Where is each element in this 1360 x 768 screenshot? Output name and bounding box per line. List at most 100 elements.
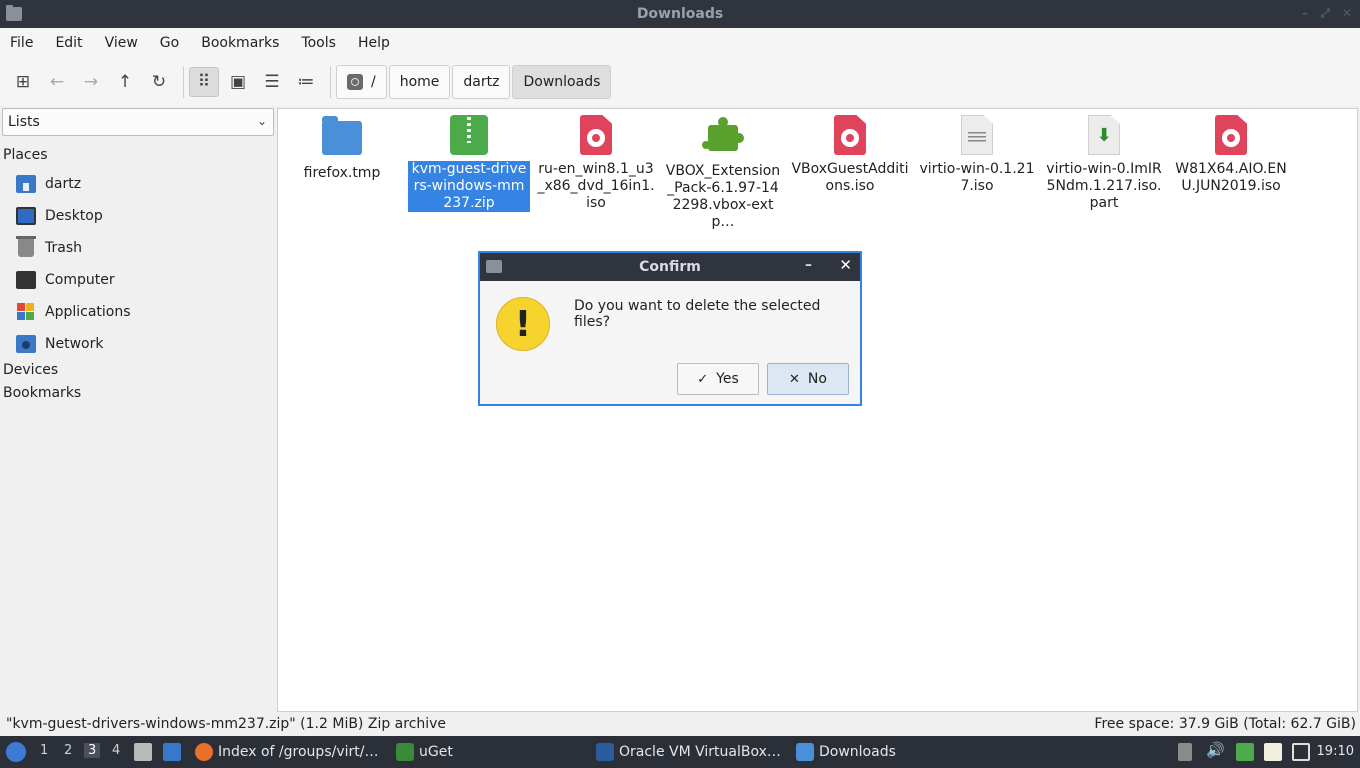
file-name: virtio-win-0.ImIR5Ndm.1.217.iso.part <box>1046 161 1162 211</box>
path-downloads-button[interactable]: Downloads <box>512 65 612 99</box>
task-virtualbox[interactable]: Oracle VM VirtualBox… <box>596 736 781 768</box>
disc-image-icon <box>1215 115 1247 155</box>
file-item[interactable]: kvm-guest-drivers-windows-mm237.zip <box>407 115 531 212</box>
task-label: uGet <box>419 744 453 760</box>
network-icon <box>16 335 36 353</box>
sidebar-item-applications[interactable]: Applications <box>16 298 131 326</box>
menu-go[interactable]: Go <box>160 35 179 51</box>
menu-file[interactable]: File <box>10 35 33 51</box>
file-manager-launcher-icon[interactable] <box>134 743 152 761</box>
desktop-launcher-icon[interactable] <box>163 743 181 761</box>
sidebar-item-network[interactable]: Network <box>16 330 103 358</box>
sidebar-item-computer[interactable]: Computer <box>16 266 115 294</box>
sidebar-item-label: Desktop <box>45 208 103 224</box>
sidebar-item-label: dartz <box>45 176 82 192</box>
folder-app-icon <box>6 5 22 21</box>
zip-archive-icon <box>450 115 488 155</box>
menu-edit[interactable]: Edit <box>55 35 82 51</box>
no-button[interactable]: ✕ No <box>767 363 849 395</box>
file-item[interactable]: firefox.tmp <box>280 115 404 182</box>
minimize-window-icon[interactable]: – <box>1302 6 1308 20</box>
disc-image-icon <box>834 115 866 155</box>
network-tray-icon[interactable] <box>1292 743 1310 761</box>
file-item[interactable]: VBOX_Extension_Pack-6.1.97-142298.vbox-e… <box>661 115 785 231</box>
folder-icon <box>796 743 814 761</box>
file-name: VBoxGuestAdditions.iso <box>791 161 909 194</box>
file-item[interactable]: W81X64.AIO.ENU.JUN2019.iso <box>1169 115 1293 195</box>
new-window-icon[interactable]: ⊞ <box>8 67 38 97</box>
yes-button[interactable]: ✓ Yes <box>677 363 759 395</box>
thumbnail-view-icon[interactable]: ▣ <box>223 67 253 97</box>
desktop-icon <box>16 207 36 225</box>
side-pane-mode-value: Lists <box>8 114 40 130</box>
menu-view[interactable]: View <box>105 35 138 51</box>
clock[interactable]: 19:10 <box>1317 744 1354 759</box>
toolbar-separator <box>330 66 331 98</box>
sidebar-item-home[interactable]: dartz <box>16 170 81 198</box>
devices-header[interactable]: Devices <box>3 362 58 378</box>
file-name: kvm-guest-drivers-windows-mm237.zip <box>408 161 530 212</box>
volume-icon[interactable]: 🔊 <box>1206 741 1225 759</box>
workspace-3[interactable]: 3 <box>84 743 101 758</box>
firefox-icon <box>195 743 213 761</box>
compact-view-icon[interactable]: ☰ <box>257 67 287 97</box>
home-folder-icon <box>16 175 36 193</box>
sidebar-item-label: Applications <box>45 304 131 320</box>
menu-help[interactable]: Help <box>358 35 390 51</box>
file-name: firefox.tmp <box>303 165 381 181</box>
file-item[interactable]: virtio-win-0.1.217.iso <box>915 115 1039 195</box>
chevron-down-icon: ⌄ <box>256 114 267 128</box>
path-dartz-button[interactable]: dartz <box>452 65 511 99</box>
file-item[interactable]: VBoxGuestAdditions.iso <box>788 115 912 195</box>
bookmarks-header[interactable]: Bookmarks <box>3 385 81 401</box>
file-name: W81X64.AIO.ENU.JUN2019.iso <box>1175 161 1287 194</box>
maximize-window-icon[interactable]: ⤢ <box>1320 6 1330 21</box>
file-item[interactable]: ⬇ virtio-win-0.ImIR5Ndm.1.217.iso.part <box>1042 115 1166 212</box>
forward-icon[interactable]: → <box>76 67 106 97</box>
side-pane-mode-select[interactable]: Lists ⌄ <box>2 108 274 136</box>
task-label: Index of /groups/virt/… <box>218 744 379 760</box>
up-icon[interactable]: ↑ <box>110 67 140 97</box>
window-titlebar: Downloads – ⤢ ✕ <box>0 0 1360 28</box>
uget-tray-icon[interactable] <box>1236 743 1254 761</box>
clipboard-tray-icon[interactable] <box>1178 743 1192 761</box>
file-view[interactable]: firefox.tmp kvm-guest-drivers-windows-mm… <box>277 108 1358 712</box>
sidebar-item-desktop[interactable]: Desktop <box>16 202 103 230</box>
menu-tools[interactable]: Tools <box>301 35 336 51</box>
menu-bookmarks[interactable]: Bookmarks <box>201 35 279 51</box>
places-header[interactable]: Places <box>3 147 48 163</box>
task-downloads[interactable]: Downloads <box>796 736 896 768</box>
path-home-button[interactable]: home <box>388 65 451 99</box>
computer-icon <box>16 271 36 289</box>
folder-app-icon <box>486 260 502 273</box>
notes-tray-icon[interactable] <box>1264 743 1282 761</box>
toolbar: ⊞ ← → ↑ ↻ ⠿ ▣ ☰ ≔ / home dartz Downloads <box>0 58 1360 106</box>
window-title: Downloads <box>636 6 724 22</box>
start-menu-icon[interactable] <box>6 742 26 762</box>
close-window-icon[interactable]: ✕ <box>1342 6 1352 20</box>
icon-view-icon[interactable]: ⠿ <box>189 67 219 97</box>
workspace-4[interactable]: 4 <box>112 743 120 758</box>
file-item[interactable]: ru-en_win8.1_u3_x86_dvd_16in1.iso <box>534 115 658 212</box>
detailed-list-icon[interactable]: ≔ <box>291 67 321 97</box>
task-uget[interactable]: uGet <box>396 736 453 768</box>
folder-icon <box>322 116 362 155</box>
minimize-icon[interactable]: – <box>805 257 812 273</box>
close-icon[interactable]: ✕ <box>839 256 852 274</box>
task-label: Downloads <box>819 744 896 760</box>
path-root-button[interactable]: / <box>336 65 387 99</box>
dialog-title: Confirm <box>639 259 701 275</box>
disc-image-icon <box>580 115 612 155</box>
task-firefox[interactable]: Index of /groups/virt/… <box>195 736 378 768</box>
dialog-message: Do you want to delete the selected files… <box>574 298 821 330</box>
reload-icon[interactable]: ↻ <box>144 67 174 97</box>
trash-icon <box>16 236 36 257</box>
file-name: ru-en_win8.1_u3_x86_dvd_16in1.iso <box>537 161 655 211</box>
workspace-1[interactable]: 1 <box>40 743 48 758</box>
back-icon[interactable]: ← <box>42 67 72 97</box>
yes-label: Yes <box>716 371 739 387</box>
sidebar-item-trash[interactable]: Trash <box>16 234 82 262</box>
applications-icon <box>16 303 36 321</box>
workspace-2[interactable]: 2 <box>64 743 72 758</box>
warning-icon: ! <box>496 297 550 351</box>
